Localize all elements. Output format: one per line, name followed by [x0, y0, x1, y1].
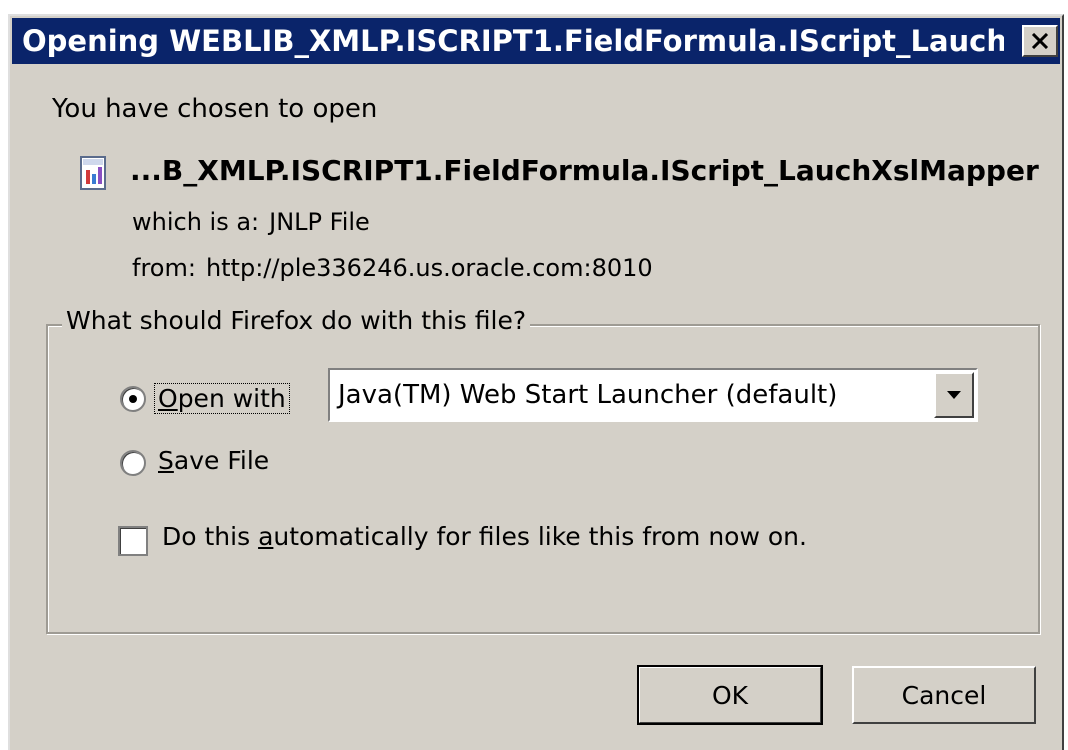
intro-text: You have chosen to open [52, 94, 378, 124]
action-group-legend: What should Firefox do with this file? [62, 306, 531, 335]
close-icon [1031, 33, 1049, 49]
file-name: ...B_XMLP.ISCRIPT1.FieldFormula.IScript_… [130, 154, 1039, 187]
dropdown-button[interactable] [934, 372, 974, 418]
open-with-app-value: Java(TM) Web Start Launcher (default) [338, 380, 838, 410]
open-with-radio[interactable] [120, 386, 146, 412]
chevron-down-icon [947, 391, 961, 399]
file-source-value: http://ple336246.us.oracle.com:8010 [205, 254, 653, 282]
close-button[interactable] [1022, 25, 1058, 57]
file-source-row: from: http://ple336246.us.oracle.com:8010 [132, 254, 653, 282]
title-bar[interactable]: Opening WEBLIB_XMLP.ISCRIPT1.FieldFormul… [12, 18, 1060, 64]
file-type-value: JNLP File [269, 208, 370, 236]
radio-selected-dot [129, 395, 137, 403]
ok-button[interactable]: OK [637, 665, 823, 725]
file-type-row: which is a: JNLP File [132, 208, 370, 236]
auto-action-checkbox[interactable] [118, 526, 148, 556]
file-type-label: which is a: [132, 208, 260, 236]
file-open-dialog: Opening WEBLIB_XMLP.ISCRIPT1.FieldFormul… [8, 14, 1064, 750]
save-file-radio[interactable] [120, 450, 146, 476]
auto-action-label[interactable]: Do this automatically for files like thi… [162, 522, 807, 551]
cancel-button[interactable]: Cancel [852, 666, 1036, 724]
open-with-label[interactable]: Open with [154, 383, 290, 414]
file-source-label: from: [132, 254, 196, 282]
open-with-app-select[interactable]: Java(TM) Web Start Launcher (default) [328, 368, 978, 422]
jnlp-file-icon [80, 156, 106, 190]
dialog-title: Opening WEBLIB_XMLP.ISCRIPT1.FieldFormul… [22, 24, 1004, 58]
save-file-label[interactable]: Save File [158, 446, 269, 475]
